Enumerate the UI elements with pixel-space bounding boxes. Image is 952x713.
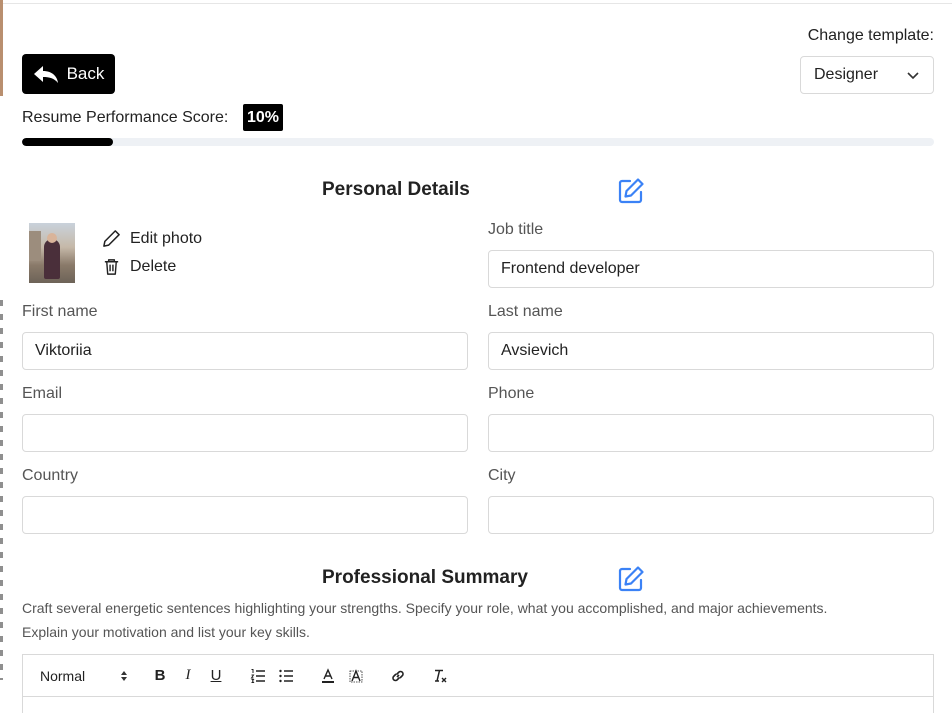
delete-photo-label: Delete xyxy=(130,257,177,275)
first-name-input[interactable]: Viktoriia xyxy=(22,332,468,370)
left-edge-decoration xyxy=(0,0,3,96)
edit-photo-button[interactable]: Edit photo xyxy=(102,229,202,248)
country-label: Country xyxy=(22,467,79,484)
job-title-input[interactable]: Frontend developer xyxy=(488,250,934,288)
summary-description-line: Craft several energetic sentences highli… xyxy=(22,600,828,616)
summary-rich-text-editor[interactable]: Normal B I U xyxy=(22,654,934,713)
link-button[interactable] xyxy=(384,664,412,688)
editor-toolbar: Normal B I U xyxy=(23,655,933,697)
edit-photo-label: Edit photo xyxy=(130,229,203,247)
professional-summary-title: Professional Summary xyxy=(322,567,528,588)
city-label: City xyxy=(488,467,516,484)
profile-photo xyxy=(29,223,75,283)
score-badge: 10% xyxy=(243,104,284,131)
personal-details-title: Personal Details xyxy=(322,179,470,200)
format-select[interactable]: Normal xyxy=(40,668,128,684)
score-progress-bar xyxy=(22,138,934,146)
pencil-icon xyxy=(103,230,120,247)
delete-photo-button[interactable]: Delete xyxy=(102,257,176,276)
first-name-label: First name xyxy=(22,303,98,320)
email-label: Email xyxy=(22,385,63,402)
back-button[interactable]: Back xyxy=(22,54,115,94)
last-name-input[interactable]: Avsievich xyxy=(488,332,934,370)
summary-description: Craft several energetic sentences highli… xyxy=(22,596,922,644)
trash-icon xyxy=(104,259,119,275)
underline-button[interactable]: U xyxy=(202,664,230,688)
ordered-list-button[interactable] xyxy=(244,664,272,688)
clear-format-icon xyxy=(435,669,447,682)
text-color-button[interactable] xyxy=(314,664,342,688)
format-select-value: Normal xyxy=(40,667,86,684)
score-label: Resume Performance Score: xyxy=(22,109,229,126)
ordered-list-icon xyxy=(250,668,265,683)
top-divider xyxy=(0,0,952,4)
background-color-button[interactable] xyxy=(342,664,370,688)
clear-format-button[interactable] xyxy=(426,664,454,688)
country-input[interactable] xyxy=(22,496,468,534)
link-icon xyxy=(392,670,404,681)
back-arrow-icon xyxy=(33,66,58,83)
summary-description-line: Explain your motivation and list your ke… xyxy=(22,624,310,640)
bullet-list-button[interactable] xyxy=(272,664,300,688)
back-button-label: Back xyxy=(66,64,105,83)
email-input[interactable] xyxy=(22,414,468,452)
template-select[interactable]: Designer xyxy=(800,56,934,94)
change-template-label: Change template: xyxy=(807,27,934,44)
job-title-label: Job title xyxy=(488,221,544,238)
bullet-list-icon xyxy=(279,669,293,682)
italic-button[interactable]: I xyxy=(174,664,202,688)
phone-label: Phone xyxy=(488,385,535,402)
city-input[interactable] xyxy=(488,496,934,534)
edit-section-icon[interactable] xyxy=(617,565,645,593)
template-select-value: Designer xyxy=(814,66,879,83)
score-progress-fill xyxy=(22,138,114,146)
highlight-color-icon xyxy=(349,668,363,682)
edit-section-icon[interactable] xyxy=(617,177,645,205)
phone-input[interactable] xyxy=(488,414,934,452)
left-edge-preview-strip xyxy=(0,300,3,680)
last-name-label: Last name xyxy=(488,303,563,320)
sort-updown-icon xyxy=(121,670,127,681)
chevron-down-icon xyxy=(907,72,919,80)
bold-button[interactable]: B xyxy=(146,664,174,688)
text-color-icon xyxy=(322,667,334,683)
